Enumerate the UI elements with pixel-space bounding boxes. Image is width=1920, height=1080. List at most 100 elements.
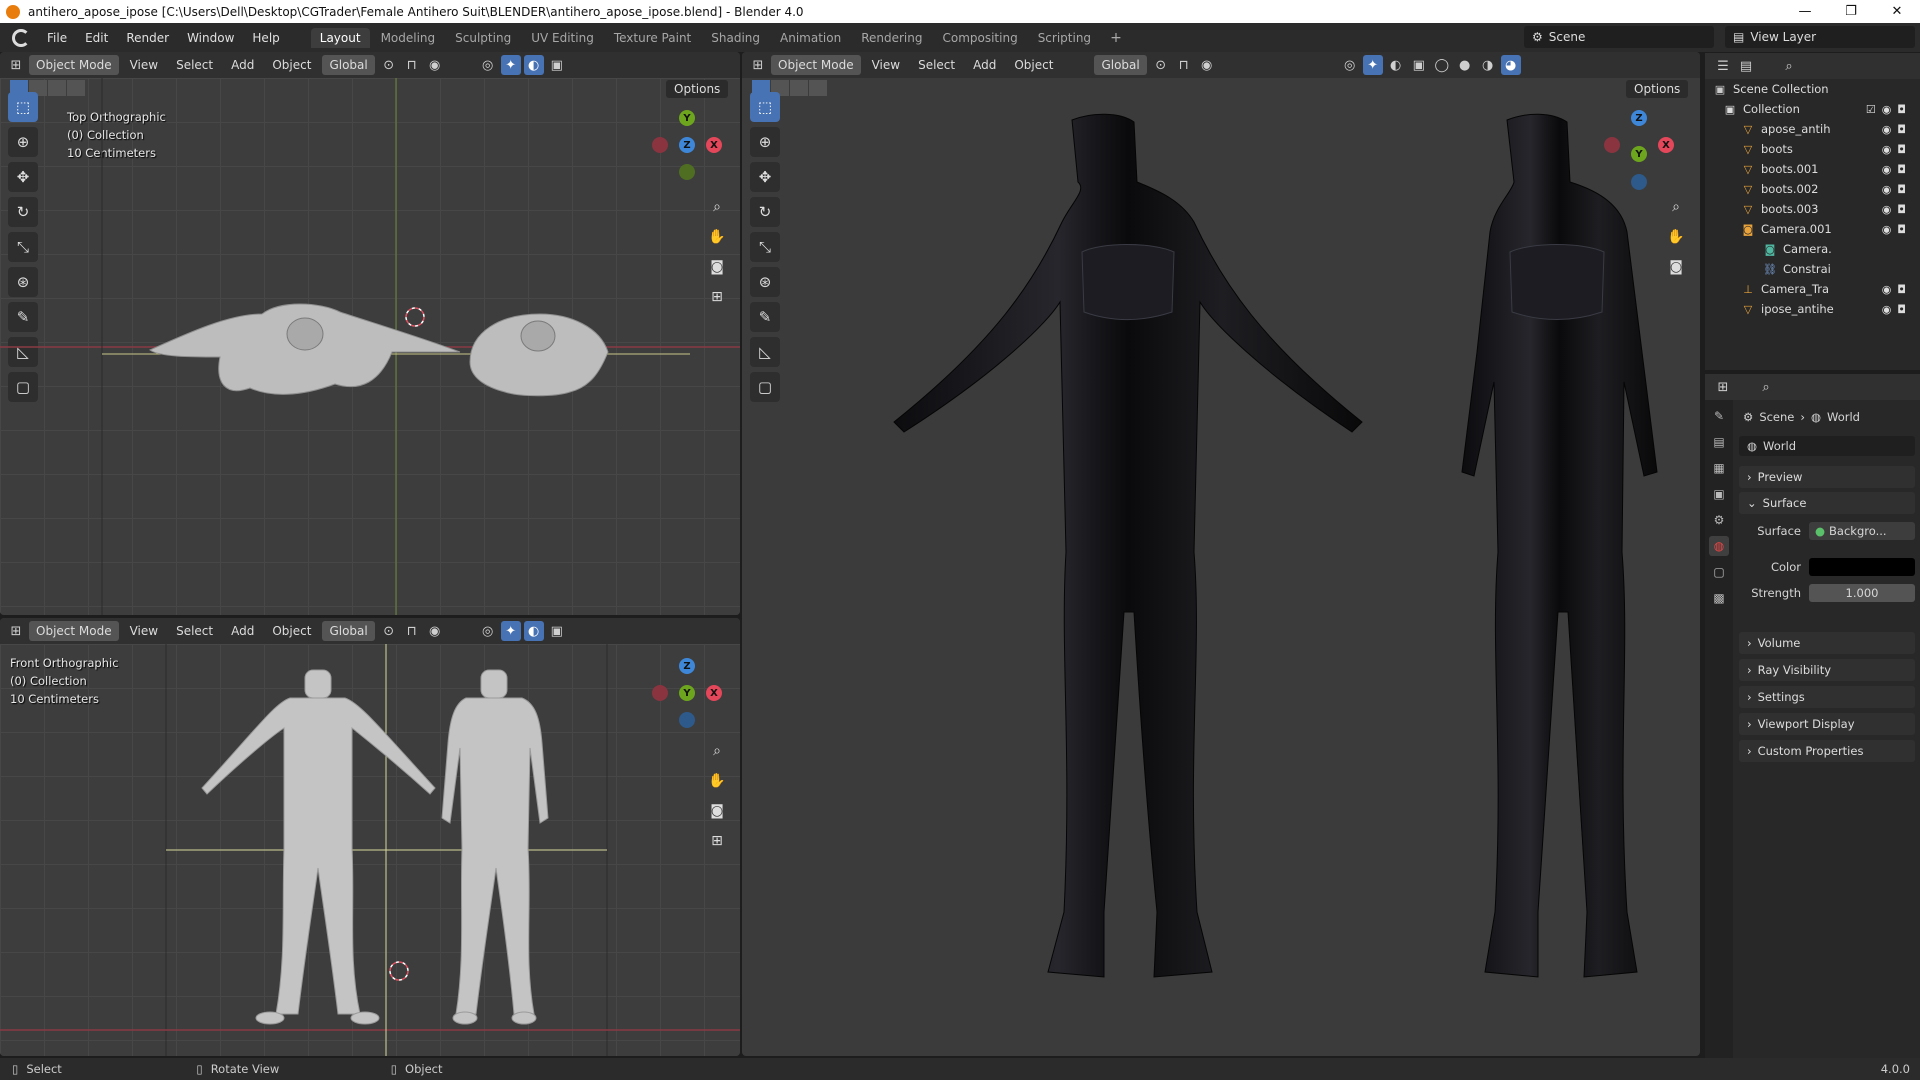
- view-layer-tab-icon[interactable]: ▣: [1709, 484, 1729, 504]
- view-layer-selector[interactable]: ▤ View Layer: [1725, 26, 1915, 48]
- output-tab-icon[interactable]: ▦: [1709, 458, 1729, 478]
- viewport-rendered[interactable]: ⊞ Object Mode View Select Add Object Glo…: [742, 52, 1700, 1056]
- surface-shader-field[interactable]: ● Backgro...: [1809, 522, 1915, 540]
- tab-shading[interactable]: Shading: [702, 28, 769, 48]
- menu-render[interactable]: Render: [117, 31, 178, 45]
- chevron-right-icon: ›: [1747, 717, 1752, 731]
- outliner-header: ☰ ▤ ⌕: [1705, 53, 1920, 79]
- scene-selector[interactable]: ⚙ Scene: [1524, 26, 1714, 48]
- viewport-front[interactable]: ⊞ Object Mode View Select Add Object Glo…: [0, 618, 740, 1056]
- visibility-eye-icon[interactable]: ◉◘: [1882, 143, 1912, 156]
- tab-compositing[interactable]: Compositing: [933, 28, 1026, 48]
- render-tab-icon[interactable]: ▤: [1709, 432, 1729, 452]
- outliner-item-boots-003[interactable]: ▽ boots.003 ◉◘: [1705, 199, 1920, 219]
- ipose-latex-suit-render[interactable]: [1461, 113, 1658, 978]
- outliner-item-boots-002[interactable]: ▽ boots.002 ◉◘: [1705, 179, 1920, 199]
- outliner-item-camera-data[interactable]: ◙ Camera.: [1705, 239, 1920, 259]
- outliner-item-ipose[interactable]: ▽ ipose_antihe ◉◘: [1705, 299, 1920, 319]
- menu-window[interactable]: Window: [178, 31, 243, 45]
- tool-tab-icon[interactable]: ✎: [1709, 406, 1729, 426]
- empty-icon: ⊥: [1743, 283, 1753, 296]
- mesh-icon: ▽: [1743, 303, 1753, 316]
- tab-modeling[interactable]: Modeling: [372, 28, 445, 48]
- display-mode-icon[interactable]: ▤: [1736, 56, 1756, 76]
- tab-uv-editing[interactable]: UV Editing: [522, 28, 603, 48]
- apose-latex-suit-render[interactable]: [893, 113, 1363, 978]
- tab-animation[interactable]: Animation: [771, 28, 850, 48]
- visibility-eye-icon[interactable]: ☑◉◘: [1866, 103, 1912, 116]
- panel-surface[interactable]: ⌄ Surface: [1739, 492, 1915, 514]
- outliner-item-apose[interactable]: ▽ apose_antih ◉◘: [1705, 119, 1920, 139]
- menu-file[interactable]: File: [38, 31, 76, 45]
- 3d-cursor-icon[interactable]: [389, 961, 409, 981]
- strength-field[interactable]: 1.000: [1809, 584, 1915, 602]
- maximize-button[interactable]: ❐: [1828, 4, 1874, 19]
- collection-tab-icon[interactable]: ▢: [1709, 562, 1729, 582]
- close-button[interactable]: ✕: [1874, 4, 1920, 19]
- panel-ray-visibility[interactable]: › Ray Visibility: [1739, 659, 1915, 681]
- world-tab-icon[interactable]: ◍: [1709, 536, 1729, 556]
- ipose-front-figure[interactable]: [441, 669, 549, 1025]
- viewport-top[interactable]: ⊞ Object Mode View Select Add Object Glo…: [0, 52, 740, 615]
- surface-panel-body: Surface ● Backgro... Color Strength 1.000: [1739, 520, 1915, 604]
- panel-volume[interactable]: › Volume: [1739, 632, 1915, 654]
- panel-viewport-display[interactable]: › Viewport Display: [1739, 713, 1915, 735]
- ipose-top-silhouette[interactable]: [469, 313, 609, 397]
- camera-data-icon: ◙: [1764, 243, 1776, 256]
- visibility-eye-icon[interactable]: ◉◘: [1882, 223, 1912, 236]
- outliner-item-constraint[interactable]: ⛓ Constrai: [1705, 259, 1920, 279]
- chevron-right-icon: ›: [1747, 663, 1752, 677]
- panel-custom-properties[interactable]: › Custom Properties: [1739, 740, 1915, 762]
- visibility-eye-icon[interactable]: ◉◘: [1882, 183, 1912, 196]
- status-rotate-view: Rotate View: [210, 1062, 280, 1076]
- texture-tab-icon[interactable]: ▩: [1709, 588, 1729, 608]
- tab-sculpting[interactable]: Sculpting: [446, 28, 520, 48]
- 3d-cursor-icon[interactable]: [405, 307, 425, 327]
- window-title: antihero_apose_ipose [C:\Users\Dell\Desk…: [28, 4, 804, 19]
- panel-settings[interactable]: › Settings: [1739, 686, 1915, 708]
- version-label: 4.0.0: [1880, 1062, 1910, 1076]
- visibility-eye-icon[interactable]: ◉◘: [1882, 303, 1912, 316]
- status-object: Object: [405, 1062, 443, 1076]
- outliner-item-camera-track[interactable]: ⊥ Camera_Tra ◉◘: [1705, 279, 1920, 299]
- apose-front-figure[interactable]: [201, 669, 436, 1025]
- outliner-item-boots[interactable]: ▽ boots ◉◘: [1705, 139, 1920, 159]
- editor-type-icon[interactable]: ⊞: [1713, 377, 1733, 397]
- search-icon[interactable]: ⌕: [1779, 56, 1799, 76]
- scene-breadcrumb-icon: ⚙: [1743, 410, 1754, 424]
- editor-type-icon[interactable]: ☰: [1713, 56, 1733, 76]
- tab-layout[interactable]: Layout: [310, 27, 370, 48]
- visibility-eye-icon[interactable]: ◉◘: [1882, 163, 1912, 176]
- mouse-right-icon: ▯: [390, 1062, 398, 1076]
- visibility-eye-icon[interactable]: ◉◘: [1882, 203, 1912, 216]
- add-workspace-button[interactable]: +: [1102, 30, 1130, 46]
- visibility-eye-icon[interactable]: ◉◘: [1882, 283, 1912, 296]
- panel-preview[interactable]: › Preview: [1739, 466, 1915, 488]
- tab-scripting[interactable]: Scripting: [1029, 28, 1100, 48]
- color-swatch[interactable]: [1809, 558, 1915, 576]
- chevron-right-icon: ›: [1800, 410, 1805, 424]
- outliner-item-collection[interactable]: ▣ Collection ☑◉◘: [1705, 99, 1920, 119]
- blender-logo-icon[interactable]: [12, 28, 30, 47]
- menu-edit[interactable]: Edit: [76, 31, 117, 45]
- search-icon[interactable]: ⌕: [1756, 377, 1776, 397]
- apose-top-silhouette[interactable]: [148, 303, 461, 395]
- scene-tab-icon[interactable]: ⚙: [1709, 510, 1729, 530]
- outliner-scene-collection[interactable]: ▣ Scene Collection: [1705, 79, 1920, 99]
- breadcrumb-scene[interactable]: Scene: [1759, 410, 1794, 424]
- visibility-eye-icon[interactable]: ◉◘: [1882, 123, 1912, 136]
- status-bar: ▯ Select ▯ Rotate View ▯ Object 4.0.0: [0, 1058, 1920, 1080]
- tab-rendering[interactable]: Rendering: [852, 28, 931, 48]
- tab-texture-paint[interactable]: Texture Paint: [605, 28, 700, 48]
- outliner-item-camera-001[interactable]: ◙ Camera.001 ◉◘: [1705, 219, 1920, 239]
- world-datablock-field[interactable]: ◍ World: [1739, 436, 1915, 456]
- rendered-scene: [893, 113, 1658, 978]
- color-label: Color: [1770, 560, 1801, 574]
- minimize-button[interactable]: —: [1782, 4, 1828, 19]
- menu-help[interactable]: Help: [243, 31, 288, 45]
- outliner-item-boots-001[interactable]: ▽ boots.001 ◉◘: [1705, 159, 1920, 179]
- breadcrumb: ⚙ Scene › ◍ World: [1743, 410, 1860, 424]
- breadcrumb-world[interactable]: World: [1827, 410, 1860, 424]
- shader-node-icon: ●: [1815, 524, 1826, 538]
- mesh-icon: ▽: [1743, 143, 1753, 156]
